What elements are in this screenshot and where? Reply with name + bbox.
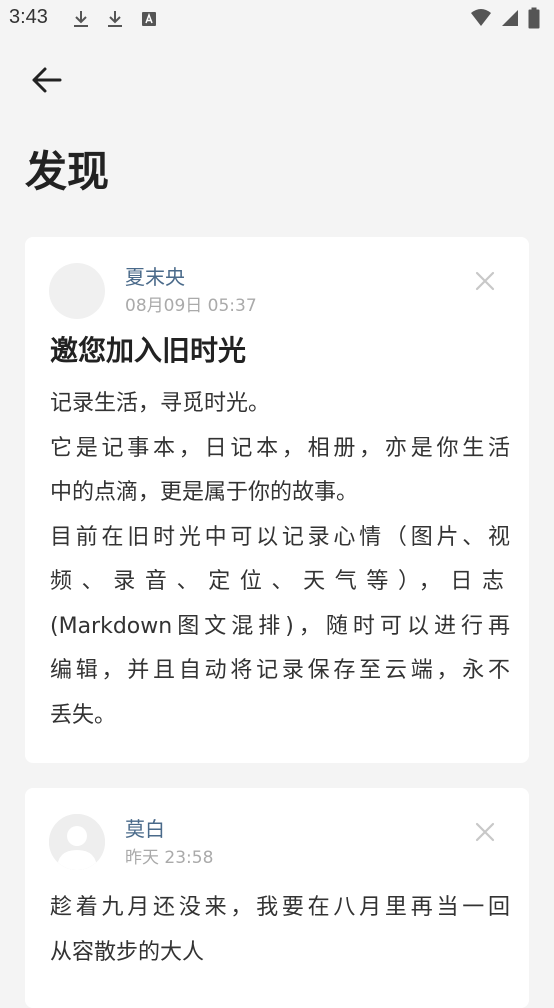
avatar[interactable]	[49, 263, 105, 319]
download-icon	[104, 8, 126, 30]
avatar[interactable]	[49, 814, 105, 870]
post-time: 08月09日 05:37	[125, 296, 257, 316]
post-body-line: (Markdown图文混排)，随时可以进行再	[50, 613, 510, 639]
post-body-line: 目前在旧时光中可以记录心情（图片、视	[50, 524, 510, 550]
post-body-line: 丢失。	[50, 702, 117, 728]
post-body-line: 趁着九月还没来，我要在八月里再当一回	[50, 895, 510, 920]
post-card[interactable]: 夏末央 08月09日 05:37 邀您加入旧时光 记录生活，寻觅时光。 它是记事…	[25, 237, 529, 763]
signal-icon	[500, 8, 520, 32]
status-icons-left	[70, 8, 160, 30]
wifi-icon	[470, 8, 492, 32]
status-bar: 3:43	[0, 0, 554, 38]
default-avatar-icon	[49, 814, 105, 870]
post-title: 邀您加入旧时光	[50, 334, 247, 367]
post-body-line: 它是记事本，日记本，相册，亦是你生活	[50, 435, 510, 461]
close-icon	[475, 271, 495, 291]
post-body-line: 从容散步的大人	[50, 939, 205, 965]
download-icon	[70, 8, 92, 30]
post-body: 记录生活，寻觅时光。 它是记事本，日记本，相册，亦是你生活 中的点滴，更是属于你…	[50, 382, 510, 738]
arrow-left-icon	[32, 67, 62, 93]
post-time: 昨天 23:58	[125, 848, 214, 868]
post-body-line: 编辑，并且自动将记录保存至云端，永不	[50, 658, 510, 683]
status-icons-right	[470, 7, 540, 33]
author-name[interactable]: 夏末央	[125, 264, 185, 290]
a-icon	[138, 8, 160, 30]
post-body: 趁着九月还没来，我要在八月里再当一回 从容散步的大人	[50, 886, 510, 975]
post-body-line: 记录生活，寻觅时光。	[50, 391, 271, 416]
post-body-line: 中的点滴，更是属于你的故事。	[50, 480, 359, 505]
close-button[interactable]	[473, 269, 497, 293]
battery-icon	[528, 7, 540, 33]
post-card[interactable]: 莫白 昨天 23:58 趁着九月还没来，我要在八月里再当一回 从容散步的大人	[25, 788, 529, 1008]
close-icon	[475, 822, 495, 842]
page-title: 发现	[25, 147, 110, 196]
post-body-line: 频、录音、定位、天气等），日志	[50, 569, 510, 594]
back-button[interactable]	[26, 60, 66, 100]
close-button[interactable]	[473, 820, 497, 844]
status-time: 3:43	[9, 6, 48, 28]
author-name[interactable]: 莫白	[125, 816, 165, 842]
